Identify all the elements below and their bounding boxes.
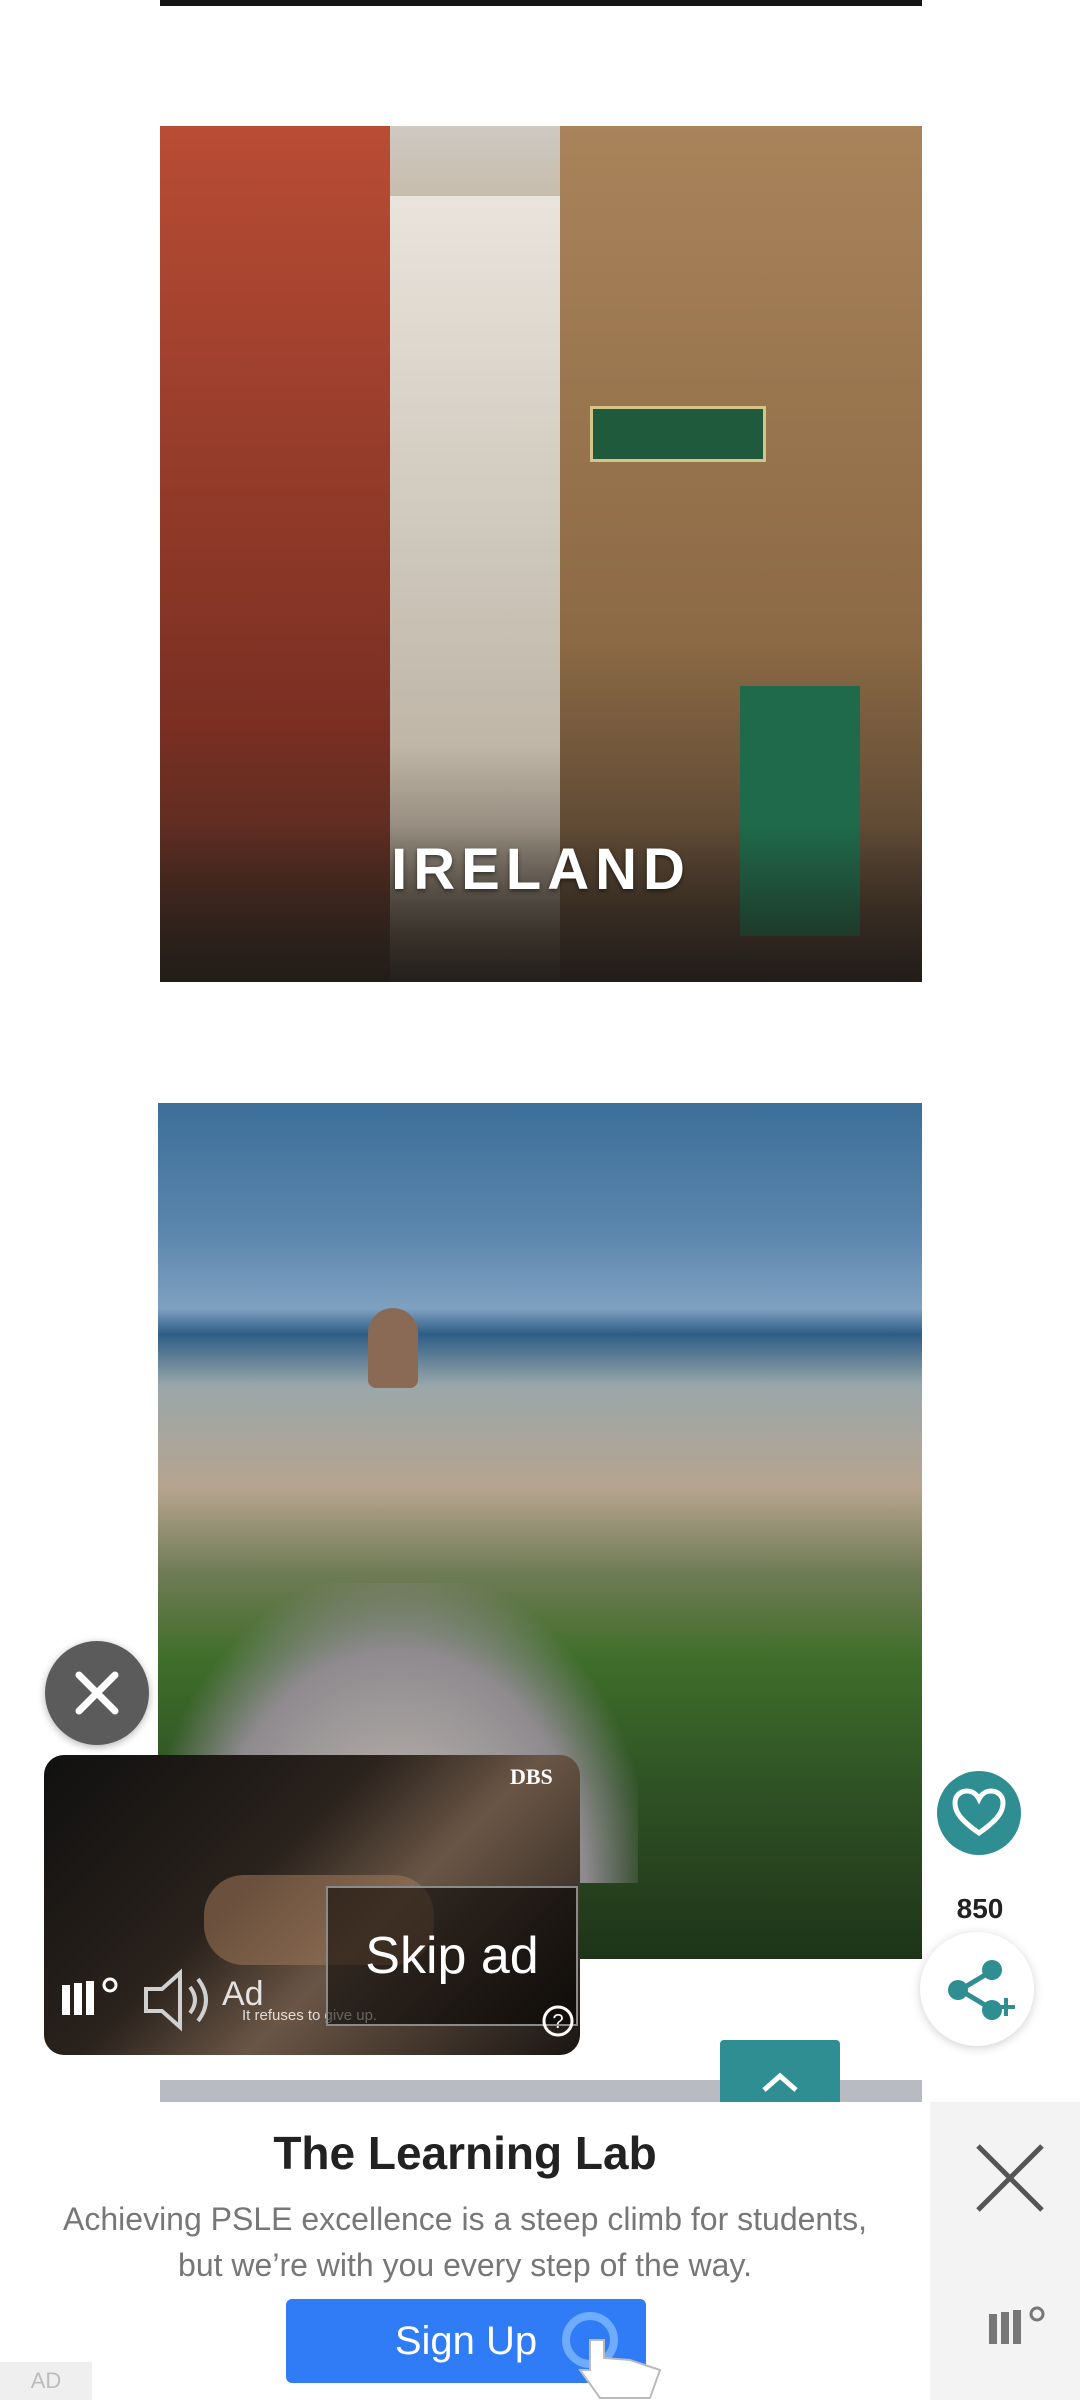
banner-title: The Learning Lab bbox=[273, 2127, 657, 2179]
speaker-icon[interactable] bbox=[140, 1965, 220, 2035]
like-count: 850 bbox=[956, 1893, 1004, 1924]
scroll-to-top-button[interactable] bbox=[720, 2040, 840, 2104]
pub-sign bbox=[590, 406, 766, 462]
video-ad-close-button[interactable] bbox=[45, 1641, 149, 1745]
heart-icon bbox=[952, 1788, 1006, 1837]
tower-dome bbox=[368, 1308, 418, 1388]
brand-logo-icon bbox=[989, 2306, 1045, 2344]
close-icon[interactable] bbox=[970, 2138, 1050, 2218]
sign-up-label: Sign Up bbox=[394, 2318, 538, 2363]
previous-card-edge bbox=[160, 0, 922, 6]
chevron-up-icon bbox=[762, 2072, 798, 2092]
ad-badge: AD bbox=[0, 2362, 92, 2400]
card-ireland[interactable]: IRELAND bbox=[160, 126, 922, 982]
dbs-logo: DBS bbox=[510, 1764, 553, 1789]
pointer-hand-icon bbox=[562, 2312, 662, 2399]
card-caption: IRELAND bbox=[391, 837, 691, 902]
svg-text:?: ? bbox=[552, 2011, 563, 2033]
help-icon[interactable]: ? bbox=[540, 2003, 576, 2039]
banner-text: Achieving PSLE excellence is a steep cli… bbox=[20, 2196, 910, 2288]
share-icon bbox=[948, 1960, 1015, 2020]
brand-logo-icon bbox=[62, 1977, 118, 2015]
like-button[interactable] bbox=[937, 1771, 1021, 1855]
banner-text-line-1: Achieving PSLE excellence is a steep cli… bbox=[63, 2201, 867, 2237]
close-icon bbox=[75, 1671, 119, 1715]
share-button[interactable] bbox=[920, 1932, 1034, 2046]
banner-text-line-2: but we’re with you every step of the way… bbox=[178, 2247, 752, 2283]
